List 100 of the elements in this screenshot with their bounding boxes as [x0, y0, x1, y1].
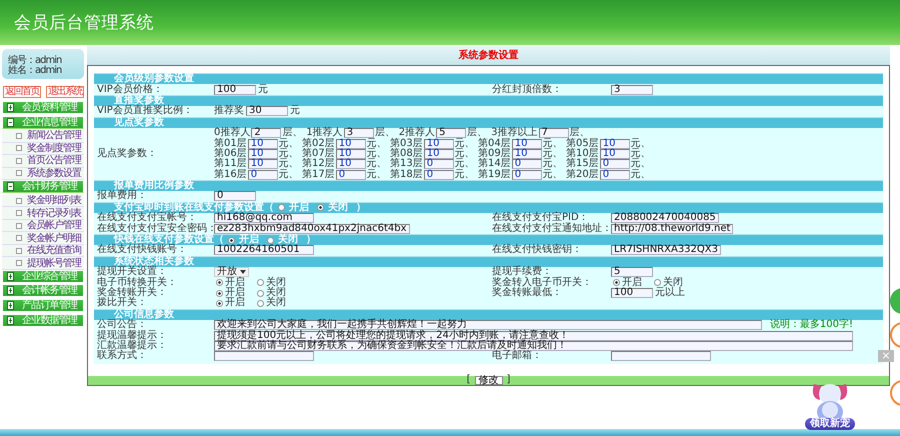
section-title: 公司信息参数 [114, 310, 174, 320]
unit-label: 元、 [278, 159, 299, 170]
input-field[interactable]: 0 [214, 191, 256, 202]
radio-button[interactable] [216, 300, 223, 307]
radio-button[interactable] [278, 204, 285, 212]
radio-label: 关闭 [663, 278, 683, 288]
pet-badge-button[interactable]: 领取新宠 [805, 418, 855, 430]
input-field[interactable]: 10 [336, 148, 366, 159]
section-title: 会员级别参数设置 [114, 74, 194, 84]
radio-button[interactable] [613, 279, 620, 286]
radio-button[interactable] [216, 290, 223, 296]
menu-item[interactable]: 在线充值查询 [2, 244, 84, 258]
input-field[interactable]: http://08.theworld9.net [611, 224, 734, 234]
tier-label: 0推荐人 [214, 128, 250, 138]
input-field[interactable]: 100 [214, 84, 256, 95]
input-field[interactable]: 10 [248, 138, 278, 149]
input-field[interactable] [611, 351, 711, 362]
input-field[interactable]: 0 [512, 159, 542, 170]
toggle-icon [7, 182, 14, 192]
input-field[interactable]: hi168@qq.com [214, 213, 314, 224]
unit-label: 元、 [278, 170, 299, 180]
input-field[interactable]: 欢迎来到公司大家庭，我们一起携手共创辉煌！一起努力 [214, 320, 762, 330]
input-field[interactable]: 0 [424, 170, 454, 180]
sidebar-button[interactable]: 返回首页 [3, 86, 41, 98]
input-field[interactable]: 10 [424, 138, 454, 149]
unit-label: 元、 [278, 148, 299, 159]
input-field[interactable]: ez283hxbm9ad840ox41px2jnac6t4bx [214, 224, 410, 234]
input-field[interactable]: 0 [600, 170, 630, 180]
level-label: 第05层 [566, 138, 599, 149]
menu-item[interactable]: 奖金明细列表 [2, 194, 84, 208]
menu-item[interactable]: 转存记录列表 [2, 207, 84, 220]
input-field[interactable]: 0 [600, 159, 630, 170]
radio-button[interactable] [654, 279, 661, 286]
input-field[interactable]: 10 [336, 138, 366, 149]
unit-label: 元、 [542, 138, 563, 149]
menu-item[interactable]: 新闻公告管理 [2, 130, 84, 143]
input-field[interactable]: 5 [611, 267, 653, 278]
input-field[interactable]: 5 [436, 128, 466, 138]
menu-item[interactable]: 提现帐号管理 [2, 257, 84, 270]
field-label: 奖金转账最低： [491, 288, 563, 298]
menu-item[interactable]: 首页公告管理 [2, 155, 84, 168]
input-field[interactable]: 3 [344, 128, 374, 138]
menu-item[interactable]: 系统参数设置 [2, 168, 84, 180]
field-label: 提现手续费： [491, 267, 552, 278]
dropdown[interactable]: 开放 [214, 267, 249, 278]
input-field[interactable]: 10 [512, 148, 542, 159]
input-field[interactable]: LR7ISHNRXA332QX3 [611, 245, 721, 256]
input-field[interactable]: 30 [246, 106, 288, 116]
toggle-icon [7, 316, 14, 325]
input-field[interactable]: 0 [512, 170, 542, 180]
bullet-icon [16, 210, 22, 216]
level-label: 第01层 [214, 138, 247, 149]
unit-label: 层、 [282, 128, 302, 138]
unit-label: 元、 [630, 148, 651, 159]
radio-button[interactable] [216, 279, 223, 286]
input-field[interactable]: 10 [512, 138, 542, 149]
input-field[interactable]: 10 [248, 159, 278, 170]
input-field[interactable]: 100 [611, 288, 653, 298]
input-field[interactable]: 10 [600, 148, 630, 159]
bracket-text: ] [506, 375, 510, 386]
radio-label: 关闭 [328, 202, 348, 213]
input-field[interactable]: 10 [248, 148, 278, 159]
radio-button[interactable] [267, 236, 274, 244]
input-field[interactable]: 3 [611, 84, 653, 95]
radio-button[interactable] [257, 279, 264, 286]
radio-button[interactable] [257, 300, 264, 307]
hint-text: 说明：最多100字! [770, 320, 853, 330]
radio-button[interactable] [228, 236, 235, 244]
sidebar-button[interactable]: 退出系统 [46, 86, 84, 98]
input-field[interactable]: 7 [538, 128, 568, 138]
menu-item[interactable]: 奖金帐户明细 [2, 232, 84, 245]
input-field[interactable] [214, 351, 314, 362]
bullet-icon [16, 145, 22, 152]
input-field[interactable]: 10 [424, 148, 454, 159]
field-label: 公司公告： [96, 320, 147, 330]
input-field[interactable]: 10 [600, 138, 630, 149]
input-field[interactable]: 提现须是100元以上，公司将处理您的提现请求，24小时内到账，请注意查收！ [214, 330, 853, 341]
input-field[interactable]: 10 [336, 159, 366, 170]
menu-item[interactable]: 奖金制度管理 [2, 142, 84, 156]
bullet-icon [16, 158, 22, 164]
field-label: 在线支付支付宝通知地址： [491, 224, 611, 234]
submit-button[interactable]: 修改 [474, 376, 502, 385]
radio-label: 开启 [225, 298, 245, 308]
tier-label: 3推荐以上 [491, 128, 538, 138]
level-label: 第12层 [302, 159, 335, 170]
input-field[interactable]: 2 [251, 128, 282, 138]
input-field[interactable]: 要求汇款前请与公司财务联系，为确保资金到帐安全！汇款后请及时通知我们！ [214, 340, 853, 351]
input-field[interactable]: 0 [336, 170, 366, 180]
tier-label: 2推荐人 [398, 128, 436, 138]
radio-button[interactable] [257, 290, 264, 296]
radio-button[interactable] [317, 204, 324, 212]
input-field[interactable]: 1002264160501 [214, 245, 314, 256]
level-label: 第20层 [566, 170, 599, 180]
input-field[interactable]: 2088002470040085 [611, 213, 719, 224]
unit-label: 元、 [366, 148, 387, 159]
field-label: 在线支付快钱账号： [96, 245, 187, 256]
input-field[interactable]: 0 [424, 159, 454, 170]
menu-item[interactable]: 会员帐户管理 [2, 220, 84, 232]
field-label: 在线支付快钱密钥： [491, 245, 583, 256]
input-field[interactable]: 0 [248, 170, 278, 180]
